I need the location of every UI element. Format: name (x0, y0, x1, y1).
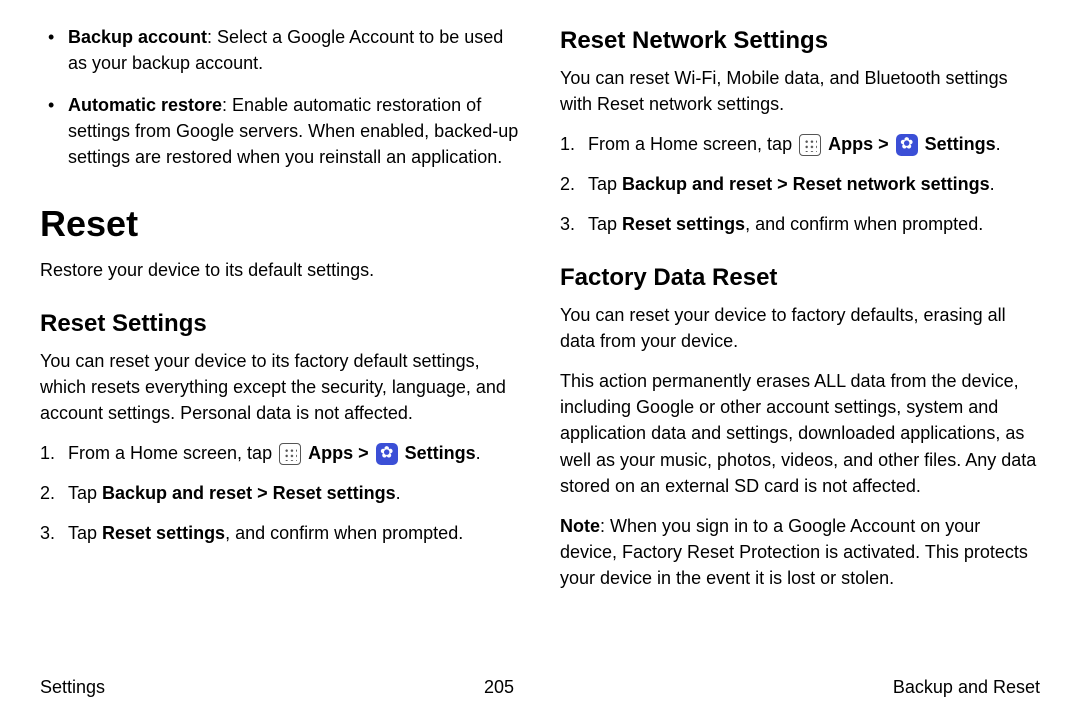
bullet-automatic-restore: Automatic restore: Enable automatic rest… (68, 92, 520, 170)
right-column: Reset Network Settings You can reset Wi-… (560, 24, 1040, 624)
settings-label: Settings (405, 443, 476, 463)
settings-label: Settings (925, 134, 996, 154)
note-label: Note (560, 516, 600, 536)
period: . (396, 483, 401, 503)
settings-icon (896, 134, 918, 156)
step-3: 3. Tap Reset settings, and confirm when … (588, 211, 1040, 237)
reset-network-steps: 1. From a Home screen, tap Apps > Settin… (560, 131, 1040, 237)
step-text-post: , and confirm when prompted. (745, 214, 983, 234)
step-text-pre: Tap (588, 214, 622, 234)
chevron-right: > (358, 443, 369, 463)
apps-icon (799, 134, 821, 156)
bullet-list: Backup account: Select a Google Account … (40, 24, 520, 170)
step-bold: Reset settings (102, 523, 225, 543)
step-bold: Backup and reset > Reset network setting… (622, 174, 990, 194)
footer-page-number: 205 (484, 677, 514, 698)
factory-reset-p2: This action permanently erases ALL data … (560, 368, 1040, 498)
apps-label: Apps (308, 443, 353, 463)
apps-label: Apps (828, 134, 873, 154)
apps-icon (279, 443, 301, 465)
settings-icon (376, 443, 398, 465)
factory-reset-p1: You can reset your device to factory def… (560, 302, 1040, 354)
step-text-pre: Tap (68, 483, 102, 503)
bullet-backup-account: Backup account: Select a Google Account … (68, 24, 520, 76)
bullet-term: Backup account (68, 27, 207, 47)
reset-settings-steps: 1. From a Home screen, tap Apps > Settin… (40, 440, 520, 546)
step-bold: Reset settings (622, 214, 745, 234)
period: . (996, 134, 1001, 154)
footer-left: Settings (40, 677, 105, 698)
period: . (476, 443, 481, 463)
footer-right: Backup and Reset (893, 677, 1040, 698)
step-number: 3. (40, 520, 55, 546)
step-text-pre: From a Home screen, tap (588, 134, 797, 154)
reset-subtitle: Restore your device to its default setti… (40, 257, 520, 283)
left-column: Backup account: Select a Google Account … (40, 24, 520, 624)
page-footer: Settings 205 Backup and Reset (40, 677, 1040, 698)
step-text-post: , and confirm when prompted. (225, 523, 463, 543)
step-number: 3. (560, 211, 575, 237)
factory-reset-note: Note: When you sign in to a Google Accou… (560, 513, 1040, 591)
step-text-pre: From a Home screen, tap (68, 443, 277, 463)
heading-reset-settings: Reset Settings (40, 307, 520, 342)
step-bold: Backup and reset > Reset settings (102, 483, 396, 503)
step-number: 2. (40, 480, 55, 506)
heading-reset: Reset (40, 198, 520, 250)
note-body: : When you sign in to a Google Account o… (560, 516, 1028, 588)
step-2: 2. Tap Backup and reset > Reset settings… (68, 480, 520, 506)
step-2: 2. Tap Backup and reset > Reset network … (588, 171, 1040, 197)
step-number: 1. (40, 440, 55, 466)
bullet-term: Automatic restore (68, 95, 222, 115)
chevron-right: > (878, 134, 889, 154)
reset-settings-desc: You can reset your device to its factory… (40, 348, 520, 426)
step-text-pre: Tap (68, 523, 102, 543)
content-columns: Backup account: Select a Google Account … (40, 24, 1040, 624)
step-1: 1. From a Home screen, tap Apps > Settin… (68, 440, 520, 466)
period: . (990, 174, 995, 194)
reset-network-desc: You can reset Wi-Fi, Mobile data, and Bl… (560, 65, 1040, 117)
heading-factory-reset: Factory Data Reset (560, 261, 1040, 296)
step-text-pre: Tap (588, 174, 622, 194)
heading-reset-network: Reset Network Settings (560, 24, 1040, 59)
step-3: 3. Tap Reset settings, and confirm when … (68, 520, 520, 546)
step-1: 1. From a Home screen, tap Apps > Settin… (588, 131, 1040, 157)
step-number: 1. (560, 131, 575, 157)
step-number: 2. (560, 171, 575, 197)
